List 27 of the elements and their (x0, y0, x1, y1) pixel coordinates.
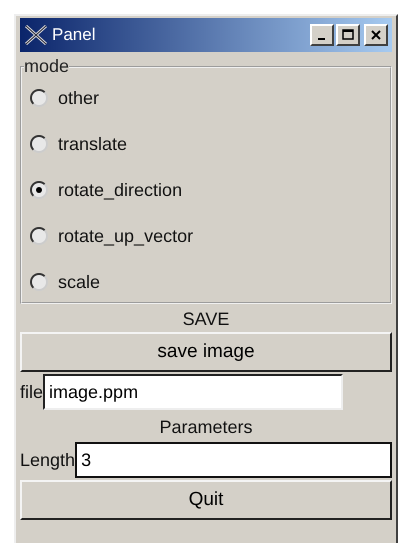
minimize-icon (318, 38, 324, 40)
save-image-button[interactable]: save image (20, 332, 392, 372)
radio-button[interactable] (30, 273, 48, 291)
radio-option[interactable]: other (30, 75, 382, 121)
close-icon (369, 28, 383, 42)
maximize-button[interactable] (336, 24, 360, 46)
field-label: file (20, 382, 44, 402)
maximize-icon (341, 28, 355, 42)
minimize-button[interactable] (310, 24, 334, 46)
radio-option[interactable]: rotate_direction (30, 167, 382, 213)
file-field[interactable]: image.ppm (43, 374, 344, 410)
radio-button[interactable] (30, 181, 48, 199)
radio-button[interactable] (30, 89, 48, 107)
group-label: mode (24, 56, 70, 77)
radio-option[interactable]: translate (30, 121, 382, 167)
x-logo-icon (24, 25, 48, 45)
close-button[interactable] (364, 24, 388, 46)
length-field[interactable]: 3 (75, 442, 392, 478)
radio-option[interactable]: rotate_up_vector (30, 213, 382, 259)
quit-button[interactable]: Quit (20, 480, 392, 520)
radio-option[interactable]: scale (30, 259, 382, 305)
radio-button[interactable] (30, 135, 48, 153)
window-title: Panel (52, 25, 96, 45)
section-heading: Parameters (158, 416, 254, 439)
field-label: Length (20, 450, 76, 470)
section-heading: SAVE (182, 308, 230, 331)
radio-button[interactable] (30, 227, 48, 245)
